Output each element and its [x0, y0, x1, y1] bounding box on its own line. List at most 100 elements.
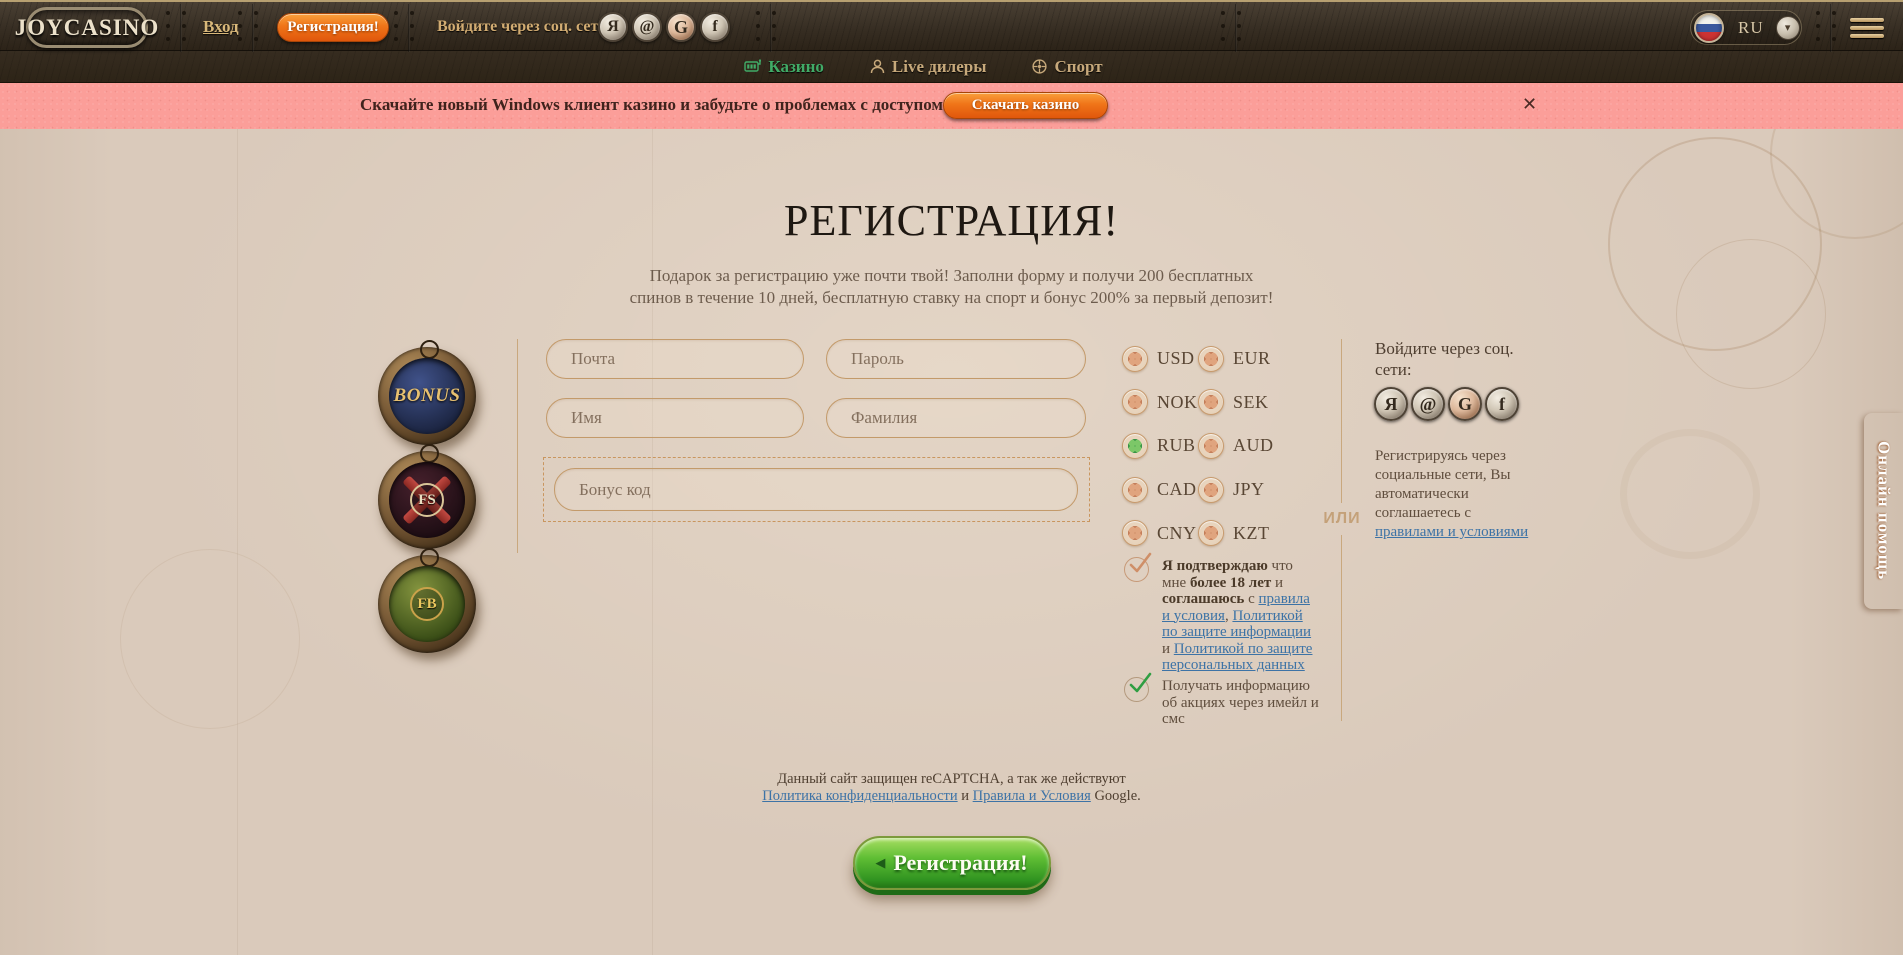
- rivets-decor: [166, 11, 170, 15]
- paper-fold-decor: [652, 129, 653, 955]
- facebook-icon[interactable]: f: [700, 12, 730, 42]
- currency-label: AUD: [1233, 435, 1274, 456]
- download-banner: Скачайте новый Windows клиент казино и з…: [0, 83, 1903, 129]
- register-submit-button[interactable]: ◀ Регистрация!: [853, 836, 1051, 890]
- currency-option-jpy[interactable]: JPY: [1198, 468, 1298, 512]
- top-bar: JOYCASINO Вход Регистрация! Войдите чере…: [0, 0, 1903, 51]
- sketch-circle-decor: [120, 549, 300, 729]
- freebet-badge-label: FB: [410, 587, 444, 621]
- main-content: РЕГИСТРАЦИЯ! Подарок за регистрацию уже …: [0, 129, 1903, 955]
- first-name-field[interactable]: [546, 398, 804, 438]
- subtitle-line-2: спинов в течение 10 дней, бесплатную ста…: [630, 288, 1274, 307]
- stain-decor: [1620, 429, 1760, 559]
- rivets-decor: [1221, 11, 1225, 15]
- currency-label: NOK: [1157, 392, 1198, 413]
- freebet-badge[interactable]: FB: [378, 555, 476, 653]
- arrow-left-icon: ◀: [875, 856, 885, 871]
- login-link[interactable]: Вход: [203, 17, 239, 37]
- online-help-tab[interactable]: Онлайн помощь: [1864, 413, 1903, 609]
- currency-option-nok[interactable]: NOK: [1122, 381, 1198, 425]
- close-icon[interactable]: ✕: [1522, 94, 1537, 115]
- page-title: РЕГИСТРАЦИЯ!: [784, 195, 1119, 246]
- currency-option-eur[interactable]: EUR: [1198, 337, 1298, 381]
- social-login-label: Войдите через соц. сети:: [437, 18, 613, 36]
- freebet-badge-face: FB: [389, 566, 465, 642]
- check-icon: [1128, 551, 1152, 575]
- page-subtitle: Подарок за регистрацию уже почти твой! З…: [542, 265, 1362, 309]
- nav-tab-live-dealers[interactable]: Live дилеры: [870, 57, 987, 77]
- currency-label: RUB: [1157, 435, 1196, 456]
- terms-bold: соглашаюсь: [1162, 591, 1244, 607]
- radio-selected-icon: [1122, 433, 1148, 459]
- freespins-badge[interactable]: FS: [378, 451, 476, 549]
- recaptcha-note: Данный сайт защищен reCAPTCHA, а так же …: [756, 771, 1148, 804]
- bonus-code-field[interactable]: [554, 468, 1078, 511]
- google-icon[interactable]: G: [1448, 387, 1482, 421]
- rivets-decor: [1816, 11, 1820, 15]
- currency-selector: USD EUR NOK SEK RUB AUD: [1122, 337, 1298, 555]
- radio-icon: [1122, 520, 1148, 546]
- divider: [408, 4, 410, 52]
- logo-text: JOYCASINO: [15, 15, 159, 41]
- currency-label: CAD: [1157, 479, 1197, 500]
- live-dealer-icon: [870, 59, 885, 74]
- divider: [770, 4, 772, 52]
- mailru-icon[interactable]: @: [632, 12, 662, 42]
- email-field[interactable]: [546, 339, 804, 379]
- rivets-decor: [238, 11, 242, 15]
- chevron-down-icon[interactable]: ▾: [1776, 16, 1800, 40]
- download-casino-button[interactable]: Скачать казино: [943, 92, 1108, 119]
- slot-machine-icon: [744, 59, 761, 74]
- radio-icon: [1122, 389, 1148, 415]
- freespins-badge-face: FS: [389, 462, 465, 538]
- facebook-icon[interactable]: f: [1485, 387, 1519, 421]
- currency-option-kzt[interactable]: KZT: [1198, 511, 1298, 555]
- currency-option-rub[interactable]: RUB: [1122, 424, 1198, 468]
- terms-checkbox[interactable]: [1124, 557, 1149, 582]
- nav-label: Казино: [768, 57, 824, 77]
- or-divider-top: [1341, 339, 1342, 503]
- flag-ru-icon: [1694, 13, 1724, 43]
- language-code: RU: [1738, 18, 1764, 38]
- bonus-badge[interactable]: BONUS: [378, 347, 476, 445]
- google-icon[interactable]: G: [666, 12, 696, 42]
- currency-label: CNY: [1157, 523, 1197, 544]
- yandex-icon[interactable]: Я: [598, 12, 628, 42]
- password-field[interactable]: [826, 339, 1086, 379]
- joycasino-logo[interactable]: JOYCASINO: [26, 7, 148, 48]
- sketch-circle-decor: [1608, 137, 1822, 351]
- language-selector[interactable]: RU ▾: [1690, 10, 1802, 45]
- currency-label: SEK: [1233, 392, 1269, 413]
- rivets-decor: [394, 11, 398, 15]
- mailru-icon[interactable]: @: [1411, 387, 1445, 421]
- subtitle-line-1: Подарок за регистрацию уже почти твой! З…: [650, 266, 1254, 285]
- currency-option-cny[interactable]: CNY: [1122, 511, 1198, 555]
- nav-tab-sport[interactable]: Спорт: [1032, 57, 1102, 77]
- currency-option-usd[interactable]: USD: [1122, 337, 1198, 381]
- divider: [252, 4, 254, 52]
- check-icon: [1128, 671, 1152, 695]
- google-terms-link[interactable]: Правила и Условия: [973, 788, 1091, 804]
- yandex-icon[interactable]: Я: [1374, 387, 1408, 421]
- currency-option-sek[interactable]: SEK: [1198, 381, 1298, 425]
- currency-option-cad[interactable]: CAD: [1122, 468, 1198, 512]
- banner-message: Скачайте новый Windows клиент казино и з…: [360, 95, 943, 115]
- radio-icon: [1122, 346, 1148, 372]
- bonus-badge-label: BONUS: [394, 385, 461, 407]
- nav-tab-casino[interactable]: Казино: [744, 57, 824, 77]
- nav-label: Live дилеры: [892, 57, 987, 77]
- hamburger-menu-icon[interactable]: [1850, 18, 1884, 42]
- privacy-policy-link[interactable]: Политика конфиденциальности: [762, 788, 957, 804]
- terms-text: Я подтверждаю что мне более 18 лет и сог…: [1162, 558, 1314, 674]
- social-terms-link[interactable]: правилами и условиями: [1375, 524, 1528, 540]
- promo-checkbox[interactable]: [1124, 677, 1149, 702]
- submit-label: Регистрация!: [893, 850, 1027, 876]
- currency-label: EUR: [1233, 348, 1271, 369]
- currency-option-aud[interactable]: AUD: [1198, 424, 1298, 468]
- register-button-top[interactable]: Регистрация!: [277, 13, 389, 42]
- promo-checkbox-label: Получать информацию об акциях через имей…: [1162, 678, 1320, 728]
- personal-data-policy-link[interactable]: Политикой по защите персональных данных: [1162, 641, 1312, 674]
- last-name-field[interactable]: [826, 398, 1086, 438]
- online-help-label: Онлайн помощь: [1874, 441, 1894, 580]
- paper-fold-decor: [237, 129, 238, 955]
